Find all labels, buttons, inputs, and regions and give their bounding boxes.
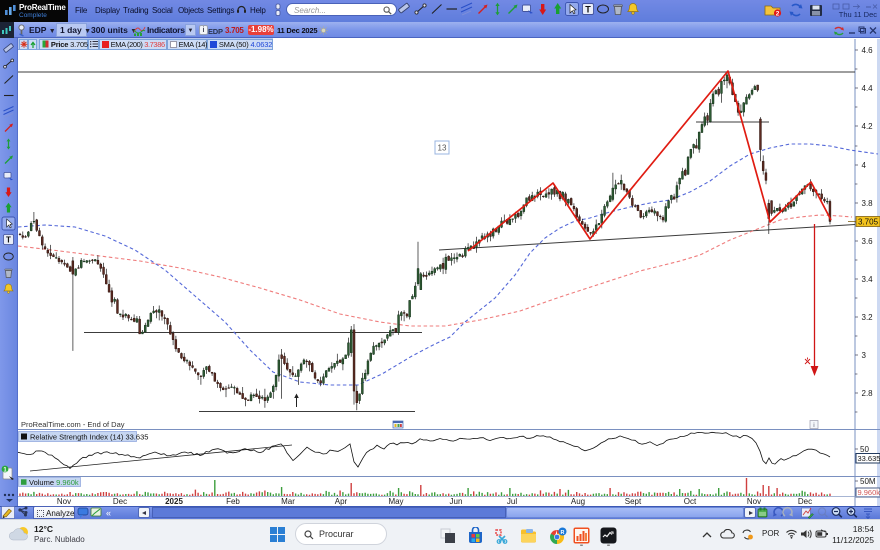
svg-text:ProRealTime.com - End of Day: ProRealTime.com - End of Day xyxy=(21,420,125,429)
svg-text:50: 50 xyxy=(860,445,869,454)
svg-text:13: 13 xyxy=(438,144,447,153)
svg-text:Nov: Nov xyxy=(57,497,71,506)
svg-text:Volume 9.960k: Volume 9.960k xyxy=(29,478,79,487)
svg-text:4.4: 4.4 xyxy=(862,84,874,93)
svg-text:4.2: 4.2 xyxy=(862,122,874,131)
svg-text:May: May xyxy=(388,497,403,506)
svg-text:3.2: 3.2 xyxy=(862,313,874,322)
svg-text:Feb: Feb xyxy=(226,497,240,506)
svg-text:T: T xyxy=(6,236,11,245)
svg-text:«: « xyxy=(106,508,111,518)
svg-text:9.960k: 9.960k xyxy=(858,488,880,497)
svg-text:33.635: 33.635 xyxy=(858,454,880,463)
svg-text:Apr: Apr xyxy=(335,497,348,506)
svg-text:2.8: 2.8 xyxy=(862,389,874,398)
svg-text:2025: 2025 xyxy=(165,497,183,506)
svg-text:Relative Strength Index (14): Relative Strength Index (14) 33.635 xyxy=(30,433,148,442)
svg-text:Sept: Sept xyxy=(625,497,642,506)
svg-text:R: R xyxy=(561,530,565,536)
svg-text:3.8: 3.8 xyxy=(862,199,874,208)
svg-text:4.6: 4.6 xyxy=(862,46,874,55)
svg-text:Nov: Nov xyxy=(747,497,761,506)
svg-text:Jun: Jun xyxy=(450,497,463,506)
svg-text:3: 3 xyxy=(862,351,867,360)
svg-text:Jul: Jul xyxy=(507,497,517,506)
svg-text:Aug: Aug xyxy=(571,497,585,506)
svg-text:Dec: Dec xyxy=(113,497,127,506)
svg-text:3.4: 3.4 xyxy=(862,275,874,284)
svg-text:Oct: Oct xyxy=(684,497,697,506)
svg-text:i: i xyxy=(813,422,814,429)
svg-text:3.705: 3.705 xyxy=(858,218,879,227)
svg-text:Mar: Mar xyxy=(281,497,295,506)
svg-text:3.6: 3.6 xyxy=(862,237,874,246)
svg-text:4: 4 xyxy=(862,161,867,170)
svg-text:50M: 50M xyxy=(860,477,876,486)
svg-text:Dec: Dec xyxy=(798,497,812,506)
